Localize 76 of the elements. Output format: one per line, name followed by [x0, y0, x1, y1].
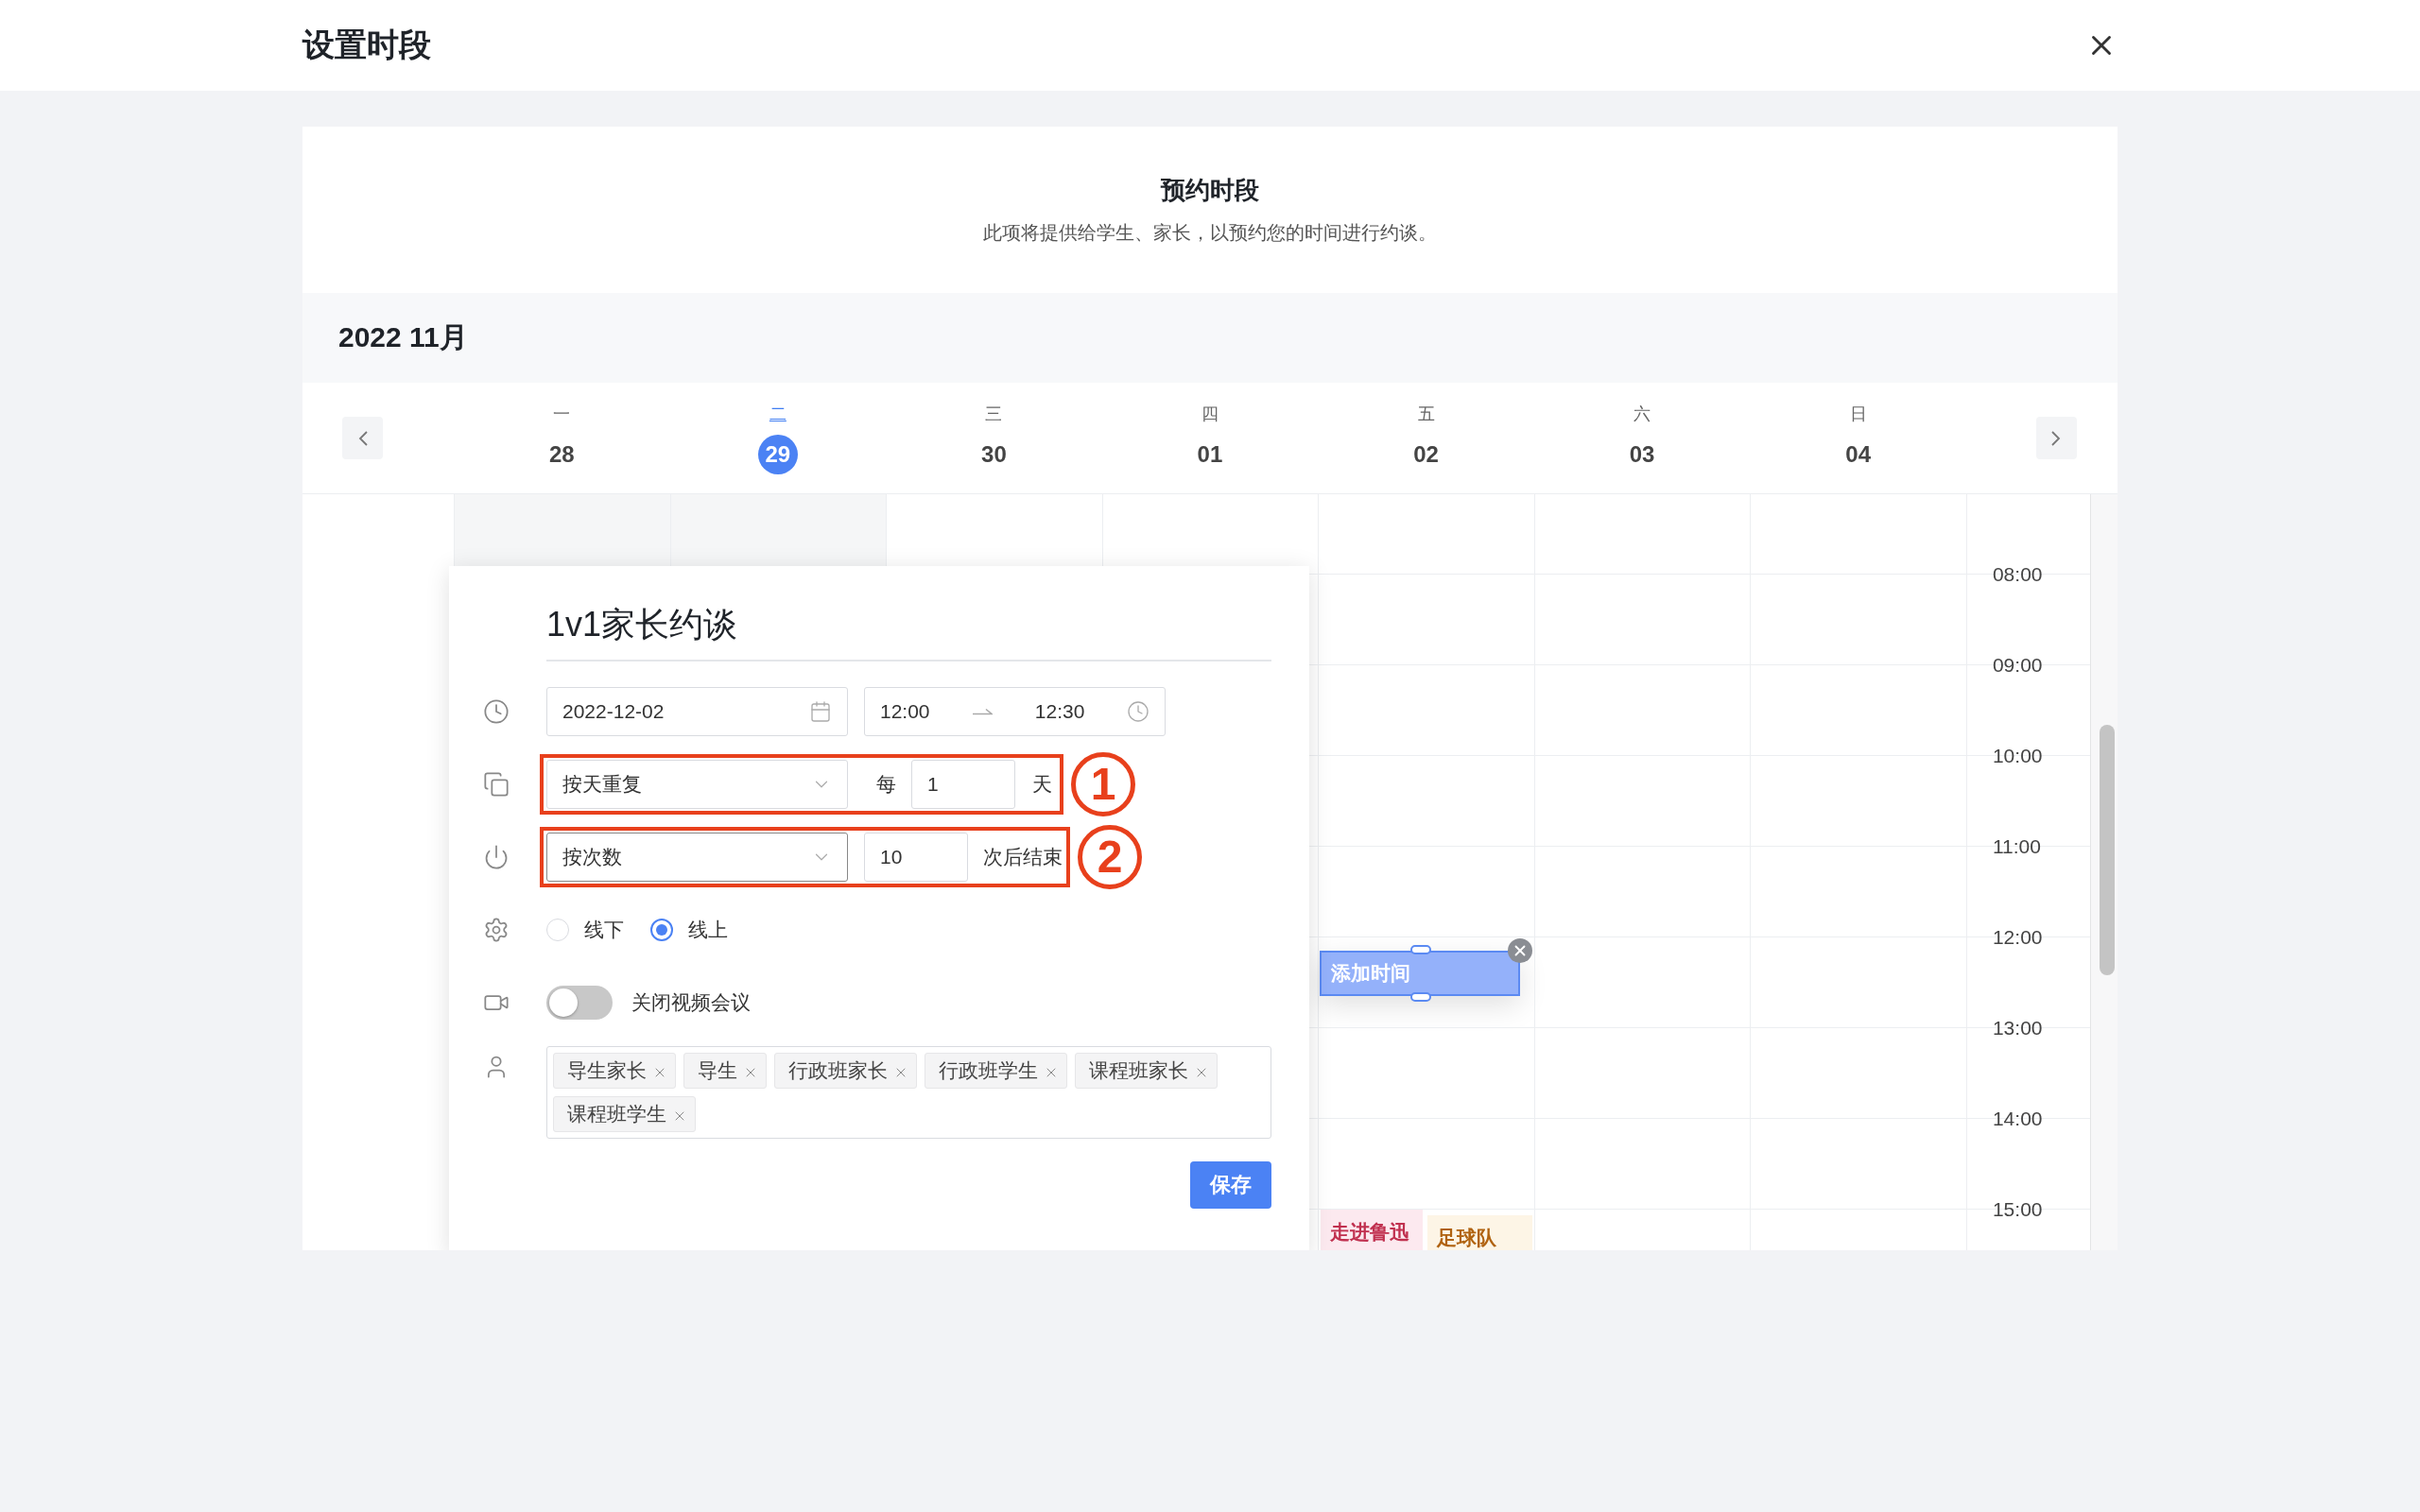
count-field[interactable]: 10 — [864, 832, 968, 882]
annotation-number: 1 — [1071, 751, 1135, 816]
section-subtitle: 此项将提供给学生、家长，以预约您的时间进行约谈。 — [983, 221, 1437, 245]
time-slot-cell[interactable] — [1318, 574, 1534, 664]
end-select[interactable]: 按次数 — [546, 832, 848, 882]
radio-option[interactable]: 线上 — [650, 916, 728, 943]
repeat-select[interactable]: 按天重复 — [546, 759, 848, 809]
calendar-event[interactable]: 走进鲁迅 — [1321, 1210, 1424, 1250]
every-label: 每 — [876, 771, 896, 797]
recipient-tag: 行政班家长 — [774, 1053, 917, 1089]
time-range-field[interactable]: 12:00 12:30 — [864, 686, 1166, 736]
time-slot-cell[interactable]: 走进鲁迅 足球队 — [1318, 1209, 1534, 1250]
time-slot-cell[interactable] — [1318, 846, 1534, 936]
event-title: 足球队 — [1437, 1227, 1497, 1248]
time-slot-cell[interactable] — [1318, 755, 1534, 846]
weekday-label: 五 — [1417, 403, 1435, 425]
weekday-label: 二 — [769, 403, 786, 425]
chevron-left-icon — [357, 430, 368, 446]
time-label: 13:00 — [1992, 1017, 2043, 1040]
month-label: 2022 11月 — [338, 320, 468, 354]
day-number[interactable]: 04 — [1838, 434, 1878, 474]
day-number[interactable]: 29 — [757, 434, 798, 474]
time-label: 14:00 — [1992, 1108, 2043, 1130]
time-slot-cell[interactable] — [1318, 664, 1534, 755]
copy-icon — [483, 770, 510, 798]
recipient-tag: 课程班学生 — [553, 1096, 696, 1132]
chevron-right-icon — [2051, 430, 2062, 446]
toggle-switch[interactable] — [546, 985, 613, 1020]
calendar-event[interactable]: 足球队 — [1427, 1215, 1533, 1250]
weekday-label: 三 — [985, 403, 1003, 425]
date-field[interactable]: 2022-12-02 — [546, 686, 848, 736]
recipient-tag: 导生 — [683, 1053, 767, 1089]
recipient-tag: 导生家长 — [553, 1053, 676, 1089]
end-label: 次后结束 — [983, 844, 1063, 869]
time-label: 11:00 — [1992, 835, 2041, 858]
power-icon — [483, 843, 510, 870]
clock-icon — [1127, 699, 1150, 723]
scrollbar-thumb[interactable] — [2100, 725, 2115, 975]
day-number[interactable]: 03 — [1622, 434, 1663, 474]
day-number[interactable]: 30 — [974, 434, 1014, 474]
save-button[interactable]: 保存 — [1190, 1161, 1271, 1209]
weekday-label: 四 — [1201, 403, 1219, 425]
next-week-button[interactable] — [2035, 417, 2077, 459]
resize-handle[interactable] — [1410, 992, 1432, 1002]
day-number[interactable]: 01 — [1189, 434, 1230, 474]
day-number[interactable]: 02 — [1406, 434, 1446, 474]
recipients-field[interactable]: 导生家长 导生 行政班家长 行政班学生 课程班家长 课程班学生 — [546, 1046, 1271, 1139]
settings-icon — [483, 916, 510, 943]
weekday-label: 日 — [1849, 403, 1867, 425]
toggle-label: 关闭视频会议 — [631, 989, 751, 1015]
time-label: 15:00 — [1992, 1198, 2043, 1221]
time-slot-cell[interactable] — [1318, 1118, 1534, 1209]
clock-icon — [483, 697, 510, 725]
time-slot-cell[interactable] — [1533, 936, 1751, 1027]
dialog-title: 设置时段 — [302, 26, 431, 64]
weekday-label: 六 — [1634, 403, 1651, 425]
calendar-icon — [809, 699, 832, 723]
section-title: 预约时段 — [1161, 175, 1259, 206]
radio-option[interactable]: 线下 — [546, 916, 624, 943]
day-number[interactable]: 28 — [542, 434, 582, 474]
weekday-label: 一 — [553, 403, 571, 425]
slot-label: 添加时间 — [1331, 961, 1411, 986]
time-label: 10:00 — [1992, 745, 2043, 767]
time-label: 12:00 — [1992, 926, 2043, 949]
annotation-number: 2 — [1078, 824, 1142, 889]
resize-handle[interactable] — [1410, 945, 1432, 954]
interval-field[interactable]: 1 — [911, 759, 1015, 809]
time-label: 08:00 — [1992, 563, 2043, 586]
event-title: 走进鲁迅 — [1330, 1221, 1410, 1243]
unit-label: 天 — [1032, 771, 1052, 797]
previous-week-button[interactable] — [342, 417, 383, 459]
event-title-field: 1v1家长约谈 — [546, 602, 1271, 662]
time-slot-cell[interactable] — [1318, 1027, 1534, 1118]
time-label: 09:00 — [1992, 654, 2043, 677]
recipient-tag: 课程班家长 — [1075, 1053, 1218, 1089]
recipient-tag: 行政班学生 — [925, 1053, 1067, 1089]
